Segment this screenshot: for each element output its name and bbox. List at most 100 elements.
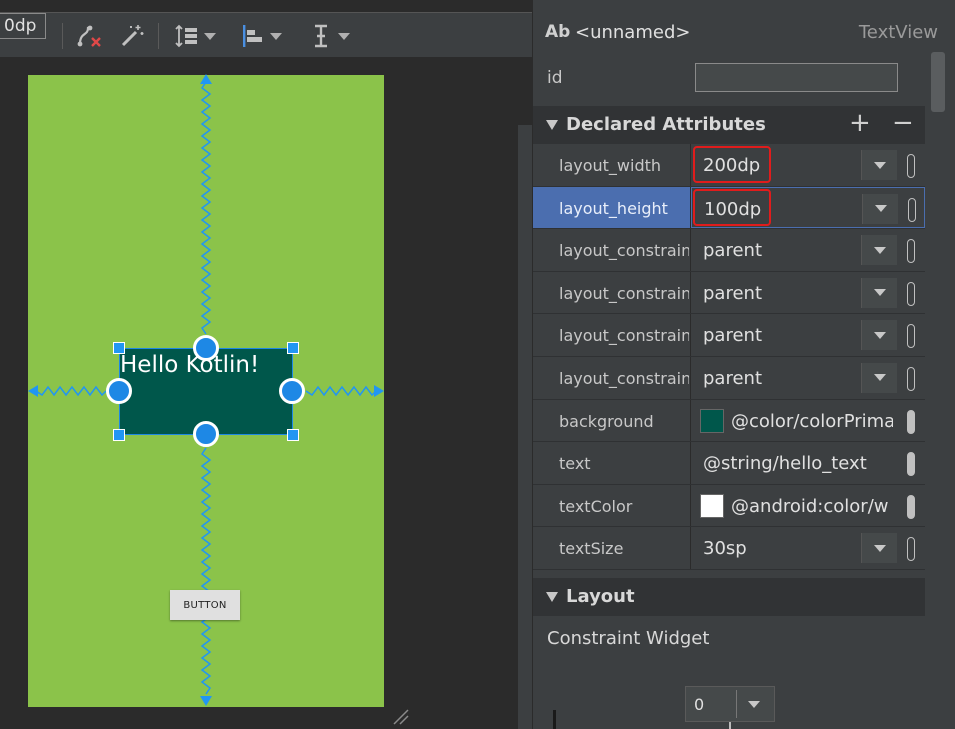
value-dropdown-button[interactable] [861,150,897,180]
resource-picker-icon[interactable] [907,494,915,519]
attribute-value-field[interactable]: parent [691,271,925,314]
constraint-anchor-bottom[interactable] [193,421,219,447]
toolbar-divider [158,23,159,49]
component-name: <unnamed> [575,22,691,43]
add-attribute-button[interactable]: + [849,108,871,138]
margin-value: 0 [694,695,705,714]
attribute-value-field[interactable]: parent [691,356,925,399]
canvas-scrollbar[interactable] [518,125,532,729]
attribute-row[interactable]: layout_constraint parent [533,314,925,357]
expand-triangle-icon [546,592,558,602]
chevron-down-icon [873,331,886,339]
attribute-label: text [559,454,591,474]
attribute-row[interactable]: layout_constraint parent [533,356,925,400]
declared-attributes-header[interactable]: Declared Attributes + − [533,106,925,144]
attribute-row[interactable]: textColor @android:color/w [533,484,925,528]
design-surface-pane: 0dp Hello Kotlin! BUTTON [0,0,532,729]
attribute-label: layout_width [559,156,662,175]
resize-handle-top-right[interactable] [287,342,299,354]
margin-dropdown-button[interactable] [736,690,770,718]
value-dropdown-button[interactable] [861,362,897,393]
highlight-box [693,188,771,226]
attribute-row[interactable]: layout_height 100dp [533,186,925,230]
attribute-label: layout_height [559,198,668,218]
id-label: id [547,68,563,88]
margin-dropdown[interactable]: 0 [685,686,775,722]
textview-type-icon: Ab [545,22,571,42]
resource-picker-icon[interactable] [907,281,915,306]
resize-handle-bottom-right[interactable] [287,429,299,441]
value-dropdown-button[interactable] [861,320,897,351]
align-icon[interactable] [240,13,286,59]
attribute-row[interactable]: background @color/colorPrima [533,399,925,443]
attribute-row[interactable]: text @string/hello_text [533,442,925,485]
resize-handle-bottom-left[interactable] [113,429,125,441]
attribute-row[interactable]: layout_width 200dp [533,144,925,187]
resource-picker-icon[interactable] [908,197,916,222]
toolbar-divider [62,23,63,49]
chevron-down-icon [204,32,216,40]
attribute-value-field[interactable]: @color/colorPrima [691,399,925,442]
chevron-down-icon [873,374,886,382]
chevron-down-icon [747,700,760,708]
resource-picker-icon[interactable] [907,537,915,562]
id-input[interactable] [695,63,898,92]
section-title: Layout [566,586,635,607]
design-toolbar: 0dp [0,12,532,58]
remove-attribute-button[interactable]: − [892,108,914,138]
attribute-value-field[interactable]: @android:color/w [691,484,925,527]
attribute-label: layout_constraint [559,241,689,261]
infer-constraints-icon[interactable] [118,13,148,59]
attribute-label: textColor [559,496,633,516]
constraint-anchor-left[interactable] [106,378,132,404]
declared-attributes-table: layout_width 200dp layout_height 100dp layou… [533,144,925,570]
resize-handle-top-left[interactable] [113,342,125,354]
chevron-down-icon [873,289,886,297]
chevron-down-icon [874,205,887,213]
attribute-label: layout_constraint [559,283,689,303]
expand-triangle-icon [546,120,558,130]
attribute-value-field[interactable]: parent [691,229,925,271]
attribute-label: background [559,411,654,431]
constraint-anchor-top[interactable] [193,335,219,361]
attribute-row[interactable]: textSize 30sp [533,527,925,570]
attribute-row[interactable]: layout_constraint parent [533,229,925,272]
layout-editor: 0dp Hello Kotlin! BUTTON Ab <unnamed> Te… [0,0,955,729]
default-margin-value: 0dp [4,16,37,36]
resize-grip-icon[interactable] [392,708,410,726]
attribute-value-field[interactable]: 30sp [691,527,925,569]
canvas-button-widget[interactable]: BUTTON [170,590,240,620]
resource-picker-icon[interactable] [907,409,915,434]
attribute-label: textSize [559,539,624,559]
color-swatch[interactable] [700,493,724,518]
highlight-box [693,146,771,183]
attribute-value: @color/colorPrima [731,410,893,432]
attribute-row[interactable]: layout_constraint parent [533,271,925,315]
resource-picker-icon[interactable] [907,452,915,477]
resource-picker-icon[interactable] [907,366,915,391]
value-dropdown-button[interactable] [861,277,897,308]
resource-picker-icon[interactable] [907,324,915,349]
color-swatch[interactable] [700,408,724,433]
attribute-value-field[interactable]: parent [691,314,925,356]
resource-picker-icon[interactable] [907,154,915,178]
constraint-anchor-right[interactable] [279,378,305,404]
pack-icon[interactable] [174,13,220,59]
guidelines-icon[interactable] [308,13,354,59]
constraint-widget-line [729,722,731,729]
chevron-down-icon [873,161,886,169]
section-title: Declared Attributes [566,114,766,135]
default-margin-dropdown[interactable]: 0dp [0,13,46,39]
layout-section-header[interactable]: Layout [533,578,925,616]
attribute-value-field[interactable]: @string/hello_text [691,442,925,484]
value-dropdown-button[interactable] [861,533,897,564]
constraint-widget-label: Constraint Widget [547,628,710,649]
clear-constraints-icon[interactable] [76,13,106,59]
attributes-panel: Ab <unnamed> TextView id Declared Attrib… [532,0,955,729]
attribute-label: layout_constraint [559,326,689,346]
component-type: TextView [858,22,938,43]
resource-picker-icon[interactable] [907,239,915,264]
value-dropdown-button[interactable] [862,193,898,224]
attributes-scrollbar[interactable] [931,52,945,112]
value-dropdown-button[interactable] [861,235,897,266]
